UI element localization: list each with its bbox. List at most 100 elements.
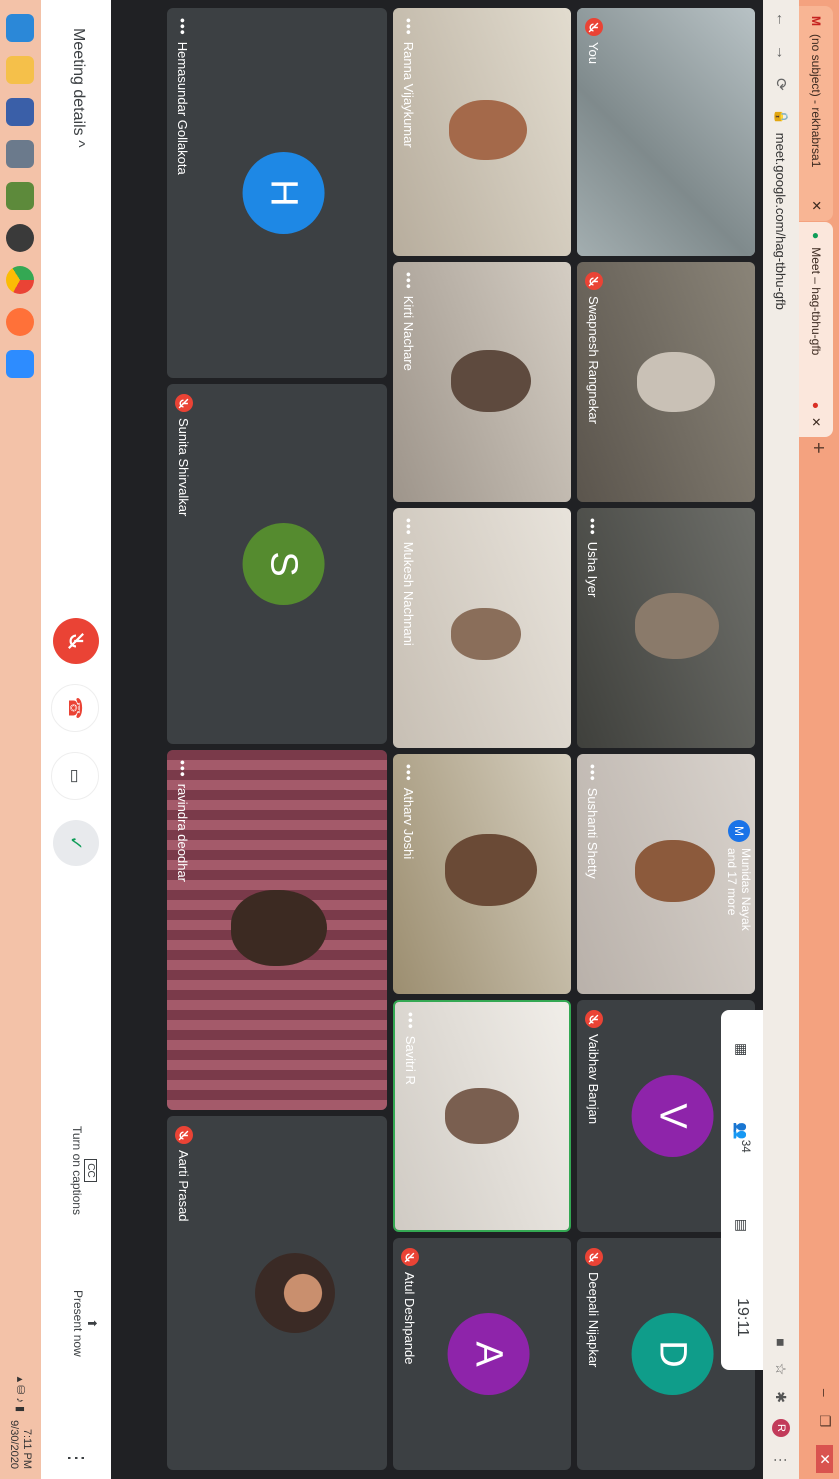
participant-tile[interactable]: ••• Kirti Nachare xyxy=(393,262,571,502)
camera-indicator-icon[interactable]: ■ xyxy=(773,1338,789,1346)
participant-tile[interactable]: You xyxy=(577,8,755,256)
chevron-up-icon: ^ xyxy=(70,140,87,148)
star-icon[interactable]: ☆ xyxy=(773,1363,790,1376)
check-button[interactable]: ✓ xyxy=(53,820,99,866)
close-window-icon[interactable]: ✕ xyxy=(816,1445,833,1473)
chat-icon[interactable]: ▤ xyxy=(734,1219,751,1232)
more-options-icon[interactable]: ••• xyxy=(175,18,191,36)
more-options-icon[interactable]: ••• xyxy=(401,518,417,536)
mic-toggle-button[interactable] xyxy=(53,618,99,664)
camera-toggle-button[interactable]: ▭ xyxy=(51,752,99,800)
people-button[interactable]: 👥34 xyxy=(732,1122,752,1152)
participant-tile[interactable]: S Sunita Shirvalkar xyxy=(167,384,387,744)
rotated-screen: M (no subject) - rekhabrsa1 ✕ ● Meet – h… xyxy=(0,0,839,1479)
back-icon[interactable]: ← xyxy=(772,12,790,27)
more-options-icon[interactable]: ⋮ xyxy=(64,1448,89,1468)
firefox-icon[interactable] xyxy=(6,308,35,336)
mic-off-icon xyxy=(175,1126,193,1144)
captions-button[interactable]: CC Turn on captions xyxy=(70,1126,99,1215)
participant-avatar: H xyxy=(242,152,325,234)
toolbar-right: ■ ☆ ✱ R ⋮ xyxy=(772,1338,790,1467)
nav-buttons: ← → ⟳ xyxy=(772,12,790,91)
participant-name: ••• Kirti Nachare xyxy=(401,272,417,371)
participant-tile[interactable]: Aarti Prasad xyxy=(167,1116,387,1470)
people-chip[interactable]: M Munidas Nayak and 17 more xyxy=(725,820,753,931)
participant-name: ••• Usha Iyer xyxy=(585,518,601,598)
tab-meet-label: Meet – hag-tbhu-gfb xyxy=(809,247,823,356)
participant-face xyxy=(635,840,715,902)
forward-icon[interactable]: → xyxy=(772,45,790,60)
participant-name: ••• Savitri R xyxy=(403,1012,419,1085)
url-text: meet.google.com/hag-tbhu-gfb xyxy=(773,132,789,310)
mic-off-icon xyxy=(585,272,603,290)
lock-icon: 🔒 xyxy=(774,108,789,125)
participant-name: ••• Hemasundar Gollakota xyxy=(175,18,191,175)
more-options-icon[interactable]: ••• xyxy=(401,764,417,782)
participant-name: ••• Mukesh Nachnani xyxy=(401,518,417,646)
participant-tile[interactable]: A Atul Deshpande xyxy=(393,1238,571,1470)
participant-avatar: D xyxy=(631,1313,714,1395)
participant-name: ••• Sushanti Shetty xyxy=(585,764,601,879)
video-feed xyxy=(577,8,755,256)
meeting-clock: 19:11 xyxy=(734,1298,751,1337)
folder-icon[interactable] xyxy=(6,56,35,84)
ie-icon[interactable] xyxy=(6,14,35,42)
mic-off-icon xyxy=(585,1010,603,1028)
tab-meet[interactable]: ● Meet – hag-tbhu-gfb ● ✕ xyxy=(799,222,833,437)
reload-icon[interactable]: ⟳ xyxy=(772,78,790,91)
participant-tile[interactable]: ••• Mukesh Nachnani xyxy=(393,508,571,748)
more-icon[interactable]: ⋮ xyxy=(773,1453,790,1467)
participant-tile[interactable]: ••• Usha Iyer xyxy=(577,508,755,748)
more-options-icon[interactable]: ••• xyxy=(585,518,601,536)
profile-avatar[interactable]: R xyxy=(772,1419,790,1437)
participant-name: You xyxy=(585,18,603,64)
url-field[interactable]: 🔒 meet.google.com/hag-tbhu-gfb xyxy=(773,108,790,310)
meet-stage: You Swapnesh Rangnekar ••• Usha Iyer ••• S… xyxy=(111,0,763,1479)
recording-dot-icon: ● xyxy=(809,401,823,409)
meet-icon: ● xyxy=(809,232,823,240)
participant-face xyxy=(451,608,521,660)
close-tab-icon[interactable]: ✕ xyxy=(809,417,823,427)
tab-email[interactable]: M (no subject) - rekhabrsa1 ✕ xyxy=(799,6,833,221)
close-tab-icon[interactable]: ✕ xyxy=(808,200,824,211)
participant-tile[interactable]: H ••• Hemasundar Gollakota xyxy=(167,8,387,378)
new-tab-button[interactable]: + xyxy=(806,442,829,454)
participant-tile[interactable]: ••• Ranna Vijaykumar xyxy=(393,8,571,256)
participant-tile[interactable]: ••• Savitri R xyxy=(393,1000,571,1232)
participant-tile[interactable]: ••• ravindra deodhar xyxy=(167,750,387,1110)
more-options-icon[interactable]: ••• xyxy=(403,1012,419,1030)
camera-icon[interactable] xyxy=(6,224,35,252)
tray-icons[interactable]: ▴ ⛁ ♪ ▮ xyxy=(14,1377,27,1412)
more-options-icon[interactable]: ••• xyxy=(401,272,417,290)
participant-name: Sunita Shirvalkar xyxy=(175,394,193,516)
participant-name: ••• Atharv Joshi xyxy=(401,764,417,860)
layout-icon[interactable]: ▦ xyxy=(734,1043,751,1056)
present-now-button[interactable]: ⬆ Present now xyxy=(71,1290,99,1357)
participant-tile[interactable]: ••• Atharv Joshi xyxy=(393,754,571,994)
participant-name: Deepali Nijapkar xyxy=(585,1248,603,1367)
extension-icon[interactable]: ✱ xyxy=(773,1391,790,1403)
more-options-icon[interactable]: ••• xyxy=(175,760,191,778)
end-call-button[interactable]: ☎ xyxy=(51,684,99,732)
app-icon[interactable] xyxy=(6,98,35,126)
people-chip-text: Munidas Nayak and 17 more xyxy=(725,848,753,931)
zoom-icon[interactable] xyxy=(6,350,35,378)
minimize-icon[interactable]: – xyxy=(816,1389,833,1397)
app-icon[interactable] xyxy=(6,182,35,210)
mic-off-icon xyxy=(175,394,193,412)
meeting-details-button[interactable]: Meeting details ^ xyxy=(69,28,87,148)
tab-email-label: (no subject) - rekhabrsa1 xyxy=(809,34,823,168)
participant-tile[interactable]: Swapnesh Rangnekar xyxy=(577,262,755,502)
taskbar-clock[interactable]: 7:11 PM 9/30/2020 xyxy=(8,1420,34,1469)
participant-name: Vaibhav Banjan xyxy=(585,1010,603,1124)
participant-name: ••• ravindra deodhar xyxy=(175,760,191,883)
participant-face xyxy=(637,352,715,412)
more-options-icon[interactable]: ••• xyxy=(585,764,601,782)
page: M (no subject) - rekhabrsa1 ✕ ● Meet – h… xyxy=(0,0,839,1479)
restore-icon[interactable]: ❐ xyxy=(816,1415,833,1428)
participant-avatar: M xyxy=(728,820,750,842)
more-options-icon[interactable]: ••• xyxy=(401,18,417,36)
mic-off-icon xyxy=(401,1248,419,1266)
calculator-icon[interactable] xyxy=(6,140,35,168)
chrome-icon[interactable] xyxy=(6,266,35,294)
